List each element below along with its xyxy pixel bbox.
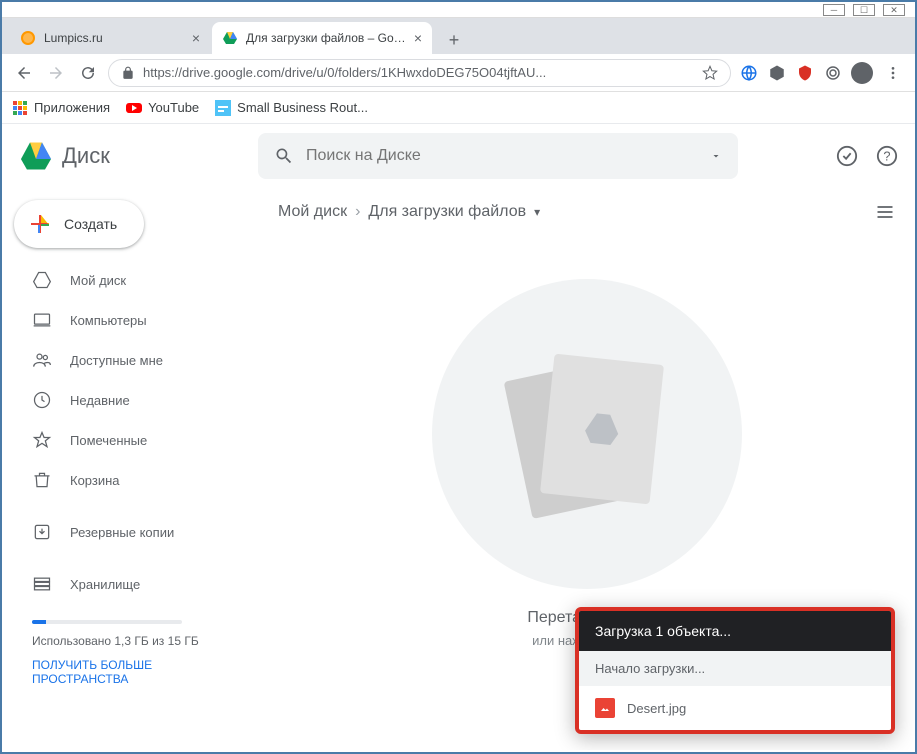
sidebar-label: Доступные мне <box>70 353 163 368</box>
window-controls: ─ ☐ ✕ <box>2 2 915 18</box>
address-bar: https://drive.google.com/drive/u/0/folde… <box>2 54 915 92</box>
list-view-button[interactable] <box>875 202 895 222</box>
bookmark-label: Приложения <box>34 100 110 115</box>
drive-favicon-icon <box>222 30 238 46</box>
breadcrumb-current[interactable]: Для загрузки файлов <box>368 203 526 221</box>
tab-title: Lumpics.ru <box>44 31 184 45</box>
backups-icon <box>32 522 52 542</box>
extension-shield-icon[interactable] <box>795 63 815 83</box>
sidebar-label: Резервные копии <box>70 525 174 540</box>
upload-status: Начало загрузки... <box>579 651 891 686</box>
sidebar-item-computers[interactable]: Компьютеры <box>10 300 258 340</box>
bookmark-label: YouTube <box>148 100 199 115</box>
menu-button[interactable] <box>881 61 905 85</box>
youtube-icon <box>126 100 142 116</box>
sidebar-label: Хранилище <box>70 577 140 592</box>
tab-drive[interactable]: Для загрузки файлов – Google Д × <box>212 22 432 54</box>
extension-cube-icon[interactable] <box>767 63 787 83</box>
sidebar-label: Недавние <box>70 393 130 408</box>
close-window-button[interactable]: ✕ <box>883 4 905 16</box>
help-icon[interactable]: ? <box>875 144 899 168</box>
sidebar-item-mydrive[interactable]: Мой диск <box>10 260 258 300</box>
bookmark-apps[interactable]: Приложения <box>12 100 110 116</box>
generic-favicon-icon <box>215 100 231 116</box>
star-icon <box>32 430 52 450</box>
extension-spiral-icon[interactable] <box>823 63 843 83</box>
breadcrumb-root[interactable]: Мой диск <box>278 203 347 221</box>
trash-icon <box>32 470 52 490</box>
url-input[interactable]: https://drive.google.com/drive/u/0/folde… <box>108 59 731 87</box>
main-area: Мой диск › Для загрузки файлов ▾ <box>258 188 915 750</box>
new-tab-button[interactable]: + <box>440 26 468 54</box>
dropdown-icon[interactable] <box>710 150 722 162</box>
lock-icon <box>121 66 135 80</box>
upload-header[interactable]: Загрузка 1 объекта... <box>579 611 891 651</box>
search-input[interactable] <box>306 147 698 165</box>
drive-logo-text: Диск <box>62 143 110 169</box>
tab-title: Для загрузки файлов – Google Д <box>246 31 406 45</box>
shared-icon <box>32 350 52 370</box>
tab-lumpics[interactable]: Lumpics.ru × <box>10 22 210 54</box>
sidebar-label: Помеченные <box>70 433 147 448</box>
create-button[interactable]: Создать <box>14 200 144 248</box>
upload-file-name: Desert.jpg <box>627 701 686 716</box>
upload-header-text: Загрузка 1 объекта... <box>595 623 731 639</box>
plus-icon <box>28 212 52 236</box>
sidebar-label: Компьютеры <box>70 313 147 328</box>
chevron-right-icon: › <box>355 203 360 221</box>
drive-header: Диск ? <box>2 124 915 188</box>
sidebar-label: Корзина <box>70 473 120 488</box>
ready-offline-icon[interactable] <box>835 144 859 168</box>
sidebar-item-storage[interactable]: Хранилище <box>10 564 258 604</box>
bookmark-label: Small Business Rout... <box>237 100 368 115</box>
apps-icon <box>12 100 28 116</box>
sidebar-item-shared[interactable]: Доступные мне <box>10 340 258 380</box>
computers-icon <box>32 310 52 330</box>
storage-icon <box>32 574 52 594</box>
upload-item[interactable]: Desert.jpg <box>579 686 891 730</box>
drive-logo[interactable]: Диск <box>18 138 238 174</box>
bookmark-youtube[interactable]: YouTube <box>126 100 199 116</box>
storage-used-text: Использовано 1,3 ГБ из 15 ГБ <box>32 632 238 650</box>
reload-button[interactable] <box>76 61 100 85</box>
bookmarks-bar: Приложения YouTube Small Business Rout..… <box>2 92 915 124</box>
bookmark-sbr[interactable]: Small Business Rout... <box>215 100 368 116</box>
sidebar-item-recent[interactable]: Недавние <box>10 380 258 420</box>
clock-icon <box>32 390 52 410</box>
upgrade-storage-link[interactable]: ПОЛУЧИТЬ БОЛЬШЕ ПРОСТРАНСТВА <box>32 658 238 686</box>
sidebar-item-trash[interactable]: Корзина <box>10 460 258 500</box>
tabs-bar: Lumpics.ru × Для загрузки файлов – Googl… <box>2 18 915 54</box>
search-icon <box>274 146 294 166</box>
sidebar-item-starred[interactable]: Помеченные <box>10 420 258 460</box>
maximize-button[interactable]: ☐ <box>853 4 875 16</box>
sidebar-item-backups[interactable]: Резервные копии <box>10 512 258 552</box>
drive-logo-icon <box>18 138 54 174</box>
url-text: https://drive.google.com/drive/u/0/folde… <box>143 65 694 80</box>
storage-section: Использовано 1,3 ГБ из 15 ГБ ПОЛУЧИТЬ БО… <box>10 604 258 686</box>
close-icon[interactable]: × <box>414 30 422 46</box>
create-label: Создать <box>64 216 117 232</box>
back-button[interactable] <box>12 61 36 85</box>
extension-globe-icon[interactable] <box>739 63 759 83</box>
close-icon[interactable]: × <box>192 30 200 46</box>
mydrive-icon <box>32 270 52 290</box>
drive-ghost-icon <box>580 407 624 451</box>
svg-text:?: ? <box>883 149 890 164</box>
dropdown-icon[interactable]: ▾ <box>534 205 540 219</box>
image-file-icon <box>595 698 615 718</box>
minimize-button[interactable]: ─ <box>823 4 845 16</box>
empty-illustration <box>432 279 742 589</box>
upload-panel: Загрузка 1 объекта... Начало загрузки...… <box>575 607 895 734</box>
sidebar: Создать Мой диск Компьютеры Доступные мн… <box>2 188 258 750</box>
sidebar-label: Мой диск <box>70 273 126 288</box>
orange-favicon-icon <box>20 30 36 46</box>
storage-progress <box>32 620 182 624</box>
profile-avatar[interactable] <box>851 62 873 84</box>
forward-button[interactable] <box>44 61 68 85</box>
breadcrumb: Мой диск › Для загрузки файлов ▾ <box>258 188 915 236</box>
search-box[interactable] <box>258 133 738 179</box>
star-icon[interactable] <box>702 65 718 81</box>
